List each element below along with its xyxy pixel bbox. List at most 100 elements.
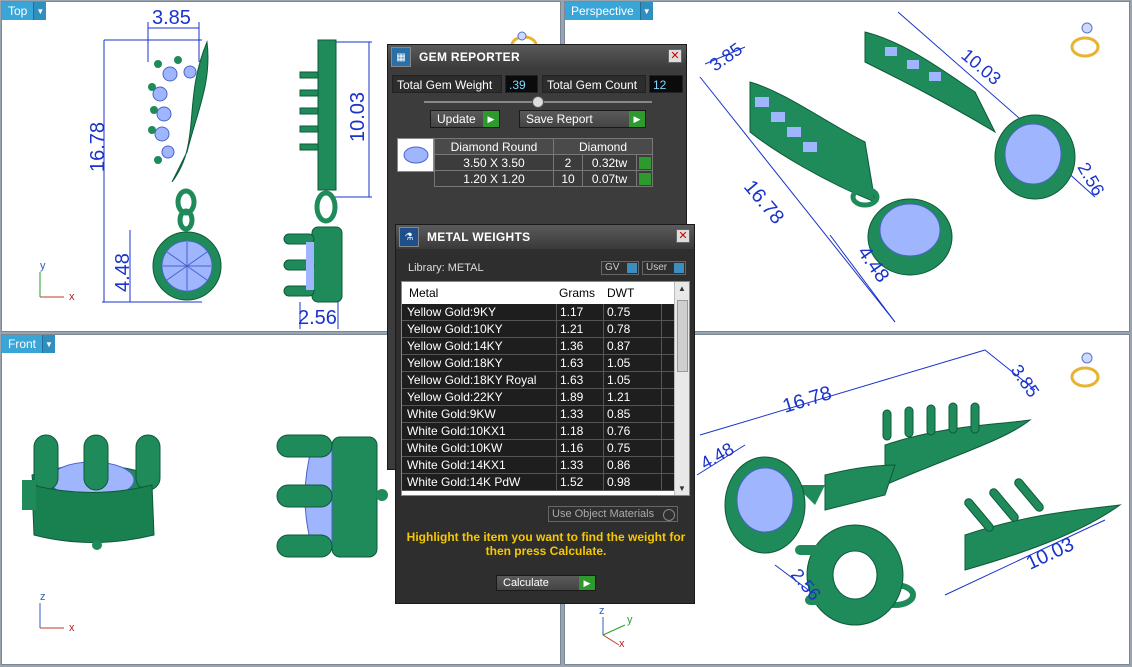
metal-cell-metal: Yellow Gold:18KY (407, 356, 503, 370)
metal-row[interactable]: Yellow Gold:18KY Royal 1.63 1.05 (402, 372, 674, 389)
dim-label: 10.03 (957, 45, 1004, 89)
metal-cell-spacer (661, 372, 662, 388)
metal-cell-spacer (661, 304, 662, 320)
play-icon[interactable] (638, 157, 651, 170)
axis-y-label: y (40, 260, 46, 272)
metal-row[interactable]: Yellow Gold:9KY 1.17 0.75 (402, 304, 674, 321)
gv-label: GV (605, 262, 620, 273)
metal-cell-grams: 1.16 (556, 440, 583, 456)
play-icon: ▶ (629, 111, 645, 127)
gem-row[interactable]: 1.20 X 1.20 10 0.07tw (434, 170, 653, 187)
metal-cell-metal: Yellow Gold:18KY Royal (407, 373, 537, 387)
metal-cell-grams: 1.36 (556, 338, 583, 354)
column-header-dwt[interactable]: DWT (607, 286, 634, 300)
metal-cell-dwt: 0.78 (603, 321, 630, 337)
metal-row[interactable]: Yellow Gold:22KY 1.89 1.21 (402, 389, 674, 406)
metal-cell-metal: White Gold:10KX1 (407, 424, 506, 438)
metal-cell-dwt: 1.21 (603, 389, 630, 405)
dim-label: 16.78 (780, 382, 834, 418)
gem-size: 3.50 X 3.50 (434, 154, 554, 171)
gem-reporter-titlebar[interactable]: ▦ GEM REPORTER ✕ (388, 45, 686, 69)
update-button[interactable]: Update ▶ (430, 110, 500, 128)
column-header-metal[interactable]: Metal (409, 286, 438, 300)
gv-toggle[interactable]: GV (601, 261, 639, 275)
dim-label: 16.78 (87, 122, 109, 172)
scroll-thumb[interactable] (677, 300, 688, 372)
ring-icon (1070, 352, 1100, 388)
axis-y-label: y (627, 614, 633, 626)
metal-cell-spacer (661, 321, 662, 337)
use-object-materials-toggle[interactable]: Use Object Materials (548, 506, 678, 522)
metal-cell-metal: White Gold:9KW (407, 407, 496, 421)
dim-label: 4.48 (112, 253, 134, 292)
metal-cell-grams: 1.21 (556, 321, 583, 337)
gem-slider-knob[interactable] (532, 96, 544, 108)
axis-x-label: x (619, 638, 625, 650)
play-icon[interactable] (638, 173, 651, 186)
metal-cell-dwt: 1.05 (603, 372, 630, 388)
metal-cell-dwt: 0.76 (603, 423, 630, 439)
dim-label: 4.48 (697, 439, 737, 474)
dim-label: 3.85 (152, 7, 191, 29)
metal-row[interactable]: White Gold:14K PdW 1.52 0.98 (402, 474, 674, 491)
calculate-button[interactable]: Calculate ▶ (496, 575, 596, 591)
metal-row[interactable]: White Gold:10KW 1.16 0.75 (402, 440, 674, 457)
metal-table: Metal Grams DWT Yellow Gold:9KY 1.17 0.75 Y… (401, 281, 690, 496)
metal-row[interactable]: Yellow Gold:18KY 1.63 1.05 (402, 355, 674, 372)
scroll-down-icon[interactable]: ▼ (678, 484, 686, 493)
metal-cell-grams: 1.63 (556, 355, 583, 371)
axis-z-label: z (40, 591, 46, 603)
metal-cell-grams: 1.18 (556, 423, 583, 439)
user-toggle[interactable]: User (642, 261, 686, 275)
metal-cell-spacer (661, 406, 662, 422)
total-gem-count-label: Total Gem Count (542, 75, 646, 93)
metal-cell-spacer (661, 474, 662, 490)
metal-row[interactable]: White Gold:9KW 1.33 0.85 (402, 406, 674, 423)
metal-row[interactable]: Yellow Gold:10KY 1.21 0.78 (402, 321, 674, 338)
metal-row[interactable]: White Gold:10KX1 1.18 0.76 (402, 423, 674, 440)
gem-count: 10 (553, 170, 583, 187)
metal-cell-grams: 1.33 (556, 457, 583, 473)
close-icon[interactable]: ✕ (668, 49, 682, 63)
metal-cell-metal: Yellow Gold:22KY (407, 390, 503, 404)
metal-cell-grams: 1.52 (556, 474, 583, 490)
save-report-button[interactable]: Save Report ▶ (519, 110, 646, 128)
dim-label: 3.85 (706, 39, 746, 75)
metal-table-scrollbar[interactable]: ▲ ▼ (674, 282, 689, 495)
gem-reporter-icon: ▦ (391, 47, 411, 67)
gem-count: 2 (553, 154, 583, 171)
calculate-hint: Highlight the item you want to find the … (406, 530, 686, 558)
total-gem-weight-label: Total Gem Weight (392, 75, 502, 93)
metal-cell-dwt: 0.86 (603, 457, 630, 473)
save-report-label: Save Report (526, 112, 593, 126)
metal-cell-spacer (661, 338, 662, 354)
metal-cell-metal: White Gold:14K PdW (407, 475, 521, 489)
play-icon: ▶ (579, 576, 595, 590)
dim-label: 2.56 (1074, 159, 1109, 199)
metal-cell-spacer (661, 457, 662, 473)
gem-table: Diamond Round Diamond 3.50 X 3.50 2 0.32tw … (434, 138, 653, 187)
metal-row[interactable]: White Gold:14KX1 1.33 0.86 (402, 457, 674, 474)
ring-icon (1070, 22, 1100, 58)
metal-table-header: Metal Grams DWT (402, 282, 674, 304)
scroll-up-icon[interactable]: ▲ (678, 284, 686, 293)
gem-material-header: Diamond (553, 138, 653, 155)
close-icon[interactable]: ✕ (676, 229, 690, 243)
calculate-label: Calculate (503, 577, 549, 589)
column-header-grams[interactable]: Grams (559, 286, 595, 300)
gem-row[interactable]: 3.50 X 3.50 2 0.32tw (434, 154, 653, 171)
dim-label: 10.03 (347, 92, 369, 142)
metal-cell-metal: Yellow Gold:14KY (407, 339, 503, 353)
metal-cell-dwt: 1.05 (603, 355, 630, 371)
total-gem-count-value: 12 (649, 75, 683, 93)
metal-cell-spacer (661, 355, 662, 371)
metal-cell-grams: 1.89 (556, 389, 583, 405)
metal-row[interactable]: Yellow Gold:14KY 1.36 0.87 (402, 338, 674, 355)
use-object-materials-label: Use Object Materials (552, 508, 655, 520)
dim-label: 2.56 (298, 307, 337, 329)
axis-x-label: x (69, 291, 75, 303)
metal-weights-titlebar[interactable]: ⚗ METAL WEIGHTS ✕ (396, 225, 694, 249)
gem-tw: 0.07tw (582, 170, 637, 187)
metal-cell-grams: 1.33 (556, 406, 583, 422)
metal-cell-grams: 1.63 (556, 372, 583, 388)
